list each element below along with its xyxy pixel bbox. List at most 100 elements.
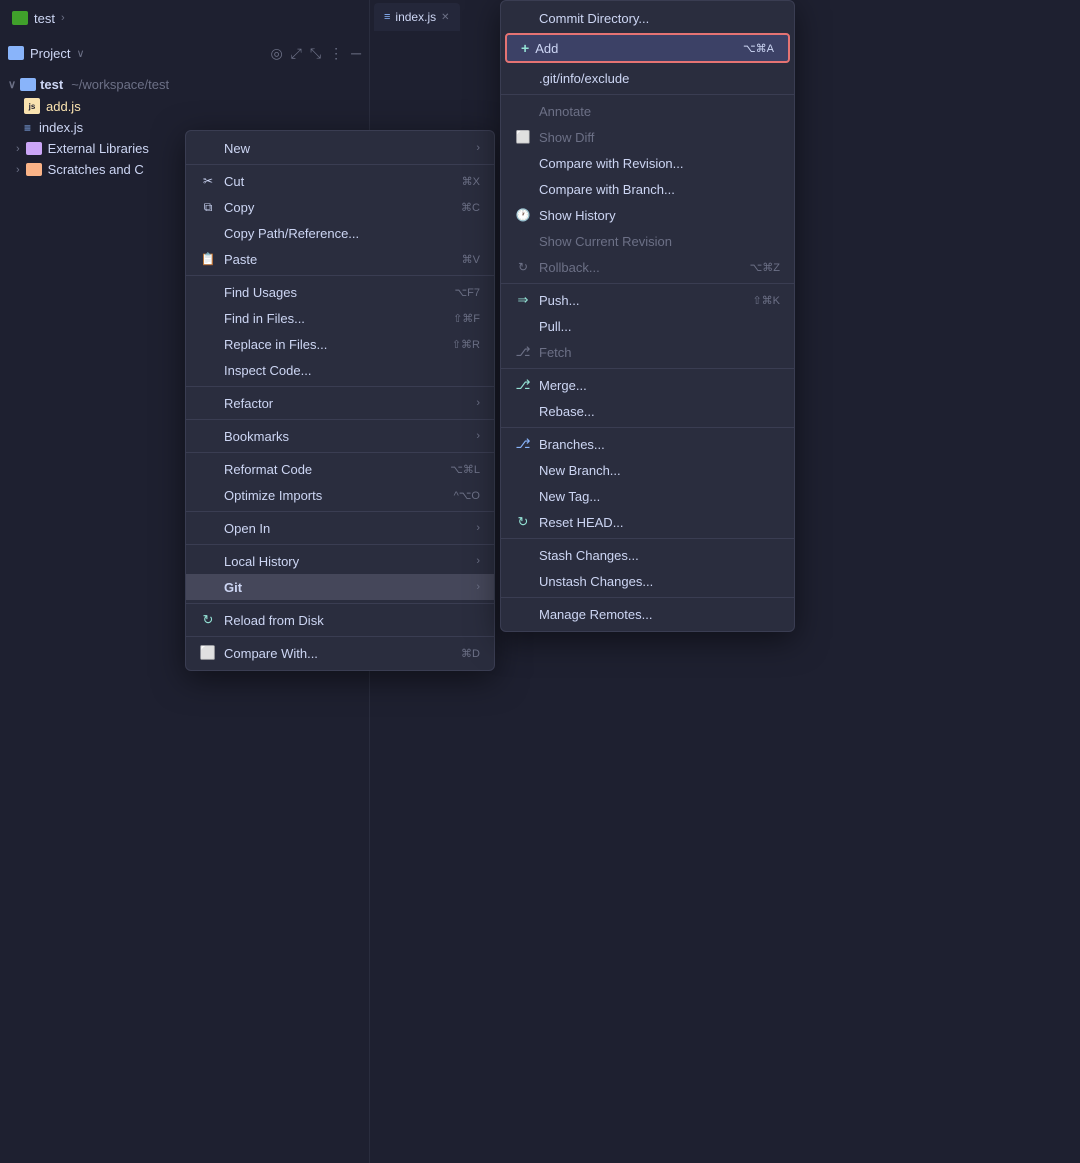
menu-reload-label: Reload from Disk	[224, 613, 324, 628]
menu-item-local-history[interactable]: Local History ›	[186, 548, 494, 574]
annotate-icon	[515, 103, 531, 119]
local-history-arrow: ›	[476, 555, 480, 567]
git-show-diff-label: Show Diff	[539, 130, 594, 145]
tab-index-js[interactable]: ≡ index.js ✕	[374, 3, 460, 31]
git-merge[interactable]: ⎇ Merge...	[501, 372, 794, 398]
unstash-icon	[515, 573, 531, 589]
compare-shortcut: ⌘D	[461, 647, 480, 660]
git-reset-head[interactable]: ↻ Reset HEAD...	[501, 509, 794, 535]
separator-9	[186, 636, 494, 637]
menu-item-reload[interactable]: ↻ Reload from Disk	[186, 607, 494, 633]
git-unstash[interactable]: Unstash Changes...	[501, 568, 794, 594]
git-new-branch-label: New Branch...	[539, 463, 621, 478]
menu-refactor-label: Refactor	[224, 396, 273, 411]
git-manage-remotes[interactable]: Manage Remotes...	[501, 601, 794, 627]
open-in-icon	[200, 520, 216, 536]
menu-item-cut[interactable]: ✂ Cut ⌘X	[186, 168, 494, 194]
manage-remotes-icon	[515, 606, 531, 622]
git-commit-dir-label: Commit Directory...	[539, 11, 649, 26]
show-diff-icon: ⬜	[515, 129, 531, 145]
git-stash[interactable]: Stash Changes...	[501, 542, 794, 568]
menu-item-find-usages[interactable]: Find Usages ⌥F7	[186, 279, 494, 305]
git-exclude-icon	[515, 70, 531, 86]
context-menu-main: New › ✂ Cut ⌘X ⧉ Copy ⌘C Copy Path/Refer…	[185, 130, 495, 671]
git-new-tag[interactable]: New Tag...	[501, 483, 794, 509]
git-branches[interactable]: ⎇ Branches...	[501, 431, 794, 457]
git-info-exclude[interactable]: .git/info/exclude	[501, 65, 794, 91]
scratches-folder-icon	[26, 163, 42, 176]
root-expand-arrow[interactable]: ∨	[8, 78, 16, 91]
root-folder-path: ~/workspace/test	[71, 77, 169, 92]
new-branch-icon	[515, 462, 531, 478]
tab-close-button[interactable]: ✕	[441, 12, 449, 23]
git-pull[interactable]: Pull...	[501, 313, 794, 339]
menu-item-compare[interactable]: ⬜ Compare With... ⌘D	[186, 640, 494, 666]
git-fetch-label: Fetch	[539, 345, 572, 360]
root-folder-icon	[20, 78, 36, 91]
toolbar-target-icon[interactable]: ◎	[270, 45, 282, 62]
menu-item-copy-path[interactable]: Copy Path/Reference...	[186, 220, 494, 246]
compare-revision-icon	[515, 155, 531, 171]
git-annotate: Annotate	[501, 98, 794, 124]
stash-icon	[515, 547, 531, 563]
menu-item-replace-files[interactable]: Replace in Files... ⇧⌘R	[186, 331, 494, 357]
menu-item-copy[interactable]: ⧉ Copy ⌘C	[186, 194, 494, 220]
git-sep-6	[501, 597, 794, 598]
js-icon-add: js	[24, 98, 40, 114]
scratches-label: Scratches and C	[48, 162, 144, 177]
git-new-branch[interactable]: New Branch...	[501, 457, 794, 483]
git-sep-4	[501, 427, 794, 428]
separator-8	[186, 603, 494, 604]
menu-find-files-label: Find in Files...	[224, 311, 305, 326]
menu-item-reformat[interactable]: Reformat Code ⌥⌘L	[186, 456, 494, 482]
file-tree-root: ∨ test ~/workspace/test	[0, 74, 369, 95]
project-label[interactable]: Project	[30, 46, 70, 61]
bookmarks-icon	[200, 428, 216, 444]
git-rebase[interactable]: Rebase...	[501, 398, 794, 424]
git-annotate-label: Annotate	[539, 104, 591, 119]
git-show-history[interactable]: 🕐 Show History	[501, 202, 794, 228]
git-compare-revision[interactable]: Compare with Revision...	[501, 150, 794, 176]
menu-item-git[interactable]: Git ›	[186, 574, 494, 600]
git-compare-branch[interactable]: Compare with Branch...	[501, 176, 794, 202]
menu-item-optimize[interactable]: Optimize Imports ^⌥O	[186, 482, 494, 508]
toolbar-more-icon[interactable]: ⋮	[329, 45, 343, 62]
project-dropdown-arrow[interactable]: ∨	[76, 47, 84, 60]
menu-new-label: New	[224, 141, 250, 156]
toolbar-expand-icon[interactable]: ⤢	[291, 45, 302, 62]
external-libraries-label: External Libraries	[48, 141, 149, 156]
reload-icon: ↻	[200, 612, 216, 628]
toolbar-collapse-icon[interactable]: ⤡	[310, 45, 321, 62]
menu-item-open-in[interactable]: Open In ›	[186, 515, 494, 541]
add-shortcut: ⌥⌘A	[743, 42, 774, 55]
find-usages-shortcut: ⌥F7	[454, 286, 480, 299]
git-commit-directory[interactable]: Commit Directory...	[501, 5, 794, 31]
menu-inspect-code-label: Inspect Code...	[224, 363, 311, 378]
menu-item-refactor[interactable]: Refactor ›	[186, 390, 494, 416]
git-add-item[interactable]: + Add ⌥⌘A	[505, 33, 790, 63]
menu-item-find-in-files[interactable]: Find in Files... ⇧⌘F	[186, 305, 494, 331]
current-revision-icon	[515, 233, 531, 249]
push-shortcut: ⇧⌘K	[752, 294, 780, 307]
separator-2	[186, 275, 494, 276]
paste-icon: 📋	[200, 251, 216, 267]
menu-replace-files-label: Replace in Files...	[224, 337, 327, 352]
menu-bookmarks-label: Bookmarks	[224, 429, 289, 444]
git-reset-head-label: Reset HEAD...	[539, 515, 624, 530]
rollback-icon: ↻	[515, 259, 531, 275]
menu-item-paste[interactable]: 📋 Paste ⌘V	[186, 246, 494, 272]
menu-item-bookmarks[interactable]: Bookmarks ›	[186, 423, 494, 449]
file-add-js[interactable]: js add.js	[0, 95, 369, 117]
git-show-diff: ⬜ Show Diff	[501, 124, 794, 150]
menu-item-new[interactable]: New ›	[186, 135, 494, 161]
git-push[interactable]: ⇒ Push... ⇧⌘K	[501, 287, 794, 313]
ext-lib-folder-icon	[26, 142, 42, 155]
menu-cut-label: Cut	[224, 174, 244, 189]
toolbar-minimize-icon[interactable]: ─	[351, 45, 361, 61]
history-clock-icon: 🕐	[515, 207, 531, 223]
menu-item-inspect-code[interactable]: Inspect Code...	[186, 357, 494, 383]
replace-files-icon	[200, 336, 216, 352]
project-folder-icon	[8, 46, 24, 60]
git-menu-icon	[200, 579, 216, 595]
file-index-js-label: index.js	[39, 120, 83, 135]
